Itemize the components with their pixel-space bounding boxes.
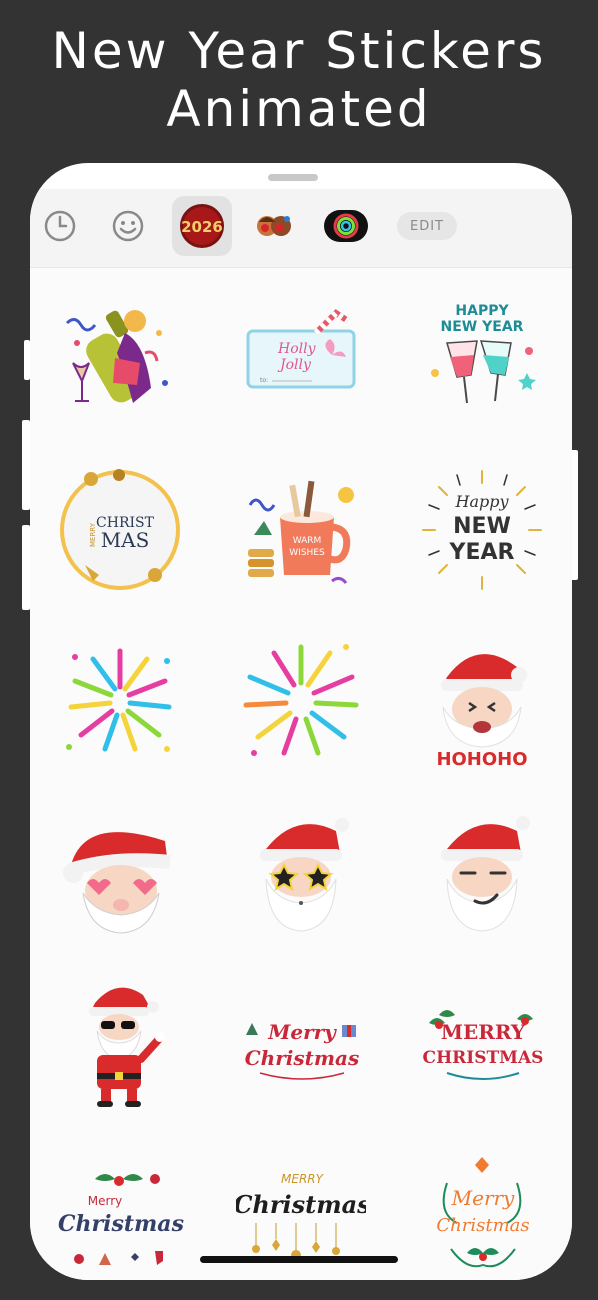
holly-text: Holly	[277, 341, 317, 357]
happy-text: HAPPY	[455, 303, 509, 319]
merry-gold-text: MERRY	[281, 1172, 325, 1186]
characters-tab[interactable]	[244, 196, 304, 256]
champagne-illustration	[65, 310, 168, 403]
sticker-merry-christmas-decor[interactable]: Merry Christmas	[45, 1143, 195, 1280]
year-2026-label: 2026	[181, 218, 223, 236]
sticker-happy-new-year-cocktails[interactable]: HAPPY NEW YEAR	[407, 283, 557, 433]
christmas-orange-text: Christmas	[436, 1215, 529, 1236]
sticker-merry-christmas-frame[interactable]: Merry Christmas	[407, 1143, 557, 1280]
year-2026-icon: 2026	[180, 204, 224, 248]
phone-side-button	[22, 525, 30, 610]
merry-orange-text: Merry	[451, 1186, 515, 1210]
mas-text: MAS	[101, 528, 150, 552]
new-year-text: NEW YEAR	[441, 319, 524, 335]
headline-line-1: New Year Stickers	[51, 22, 547, 80]
phone-frame: 2026 EDIT Holly Jolly to: HAPPY NEW YEAR…	[30, 163, 572, 1280]
characters-icon	[257, 216, 291, 236]
sticker-tab-bar: 2026 EDIT	[30, 189, 572, 268]
emoji-tab[interactable]	[98, 196, 158, 256]
merry-side-text: MERRY	[89, 522, 97, 547]
phone-side-button	[22, 420, 30, 510]
sticker-grid: Holly Jolly to: HAPPY NEW YEAR CHRIST MA…	[30, 268, 572, 1280]
sticker-fireworks-1[interactable]	[45, 627, 195, 777]
christmas-black-text: Christmas	[236, 1190, 366, 1219]
merry-decor-text: Merry	[88, 1194, 123, 1208]
sticker-santa-heart-eyes[interactable]	[45, 799, 195, 949]
sticker-happy-new-year-burst[interactable]: Happy NEW YEAR	[407, 455, 557, 605]
grabber-handle[interactable]	[268, 174, 318, 181]
christmas-caps-text: CHRISTMAS	[423, 1048, 544, 1068]
sticker-fireworks-2[interactable]	[226, 627, 376, 777]
recents-tab[interactable]	[30, 196, 90, 256]
year-2026-tab[interactable]: 2026	[172, 196, 232, 256]
sticker-cool-santa[interactable]	[45, 971, 195, 1121]
christmas-decor-text: Christmas	[58, 1211, 184, 1237]
jolly-text: Jolly	[277, 357, 312, 373]
rings-tab[interactable]	[316, 196, 376, 256]
home-indicator[interactable]	[200, 1256, 398, 1263]
headline-line-2: Animated	[166, 80, 432, 138]
merry-caps-text: MERRY	[441, 1020, 526, 1044]
sticker-santa-star-glasses[interactable]	[226, 799, 376, 949]
new-text: NEW	[453, 514, 511, 539]
sticker-merry-christmas-holly[interactable]: MERRY CHRISTMAS	[407, 971, 557, 1121]
sticker-christmas-wreath[interactable]: CHRIST MAS MERRY	[45, 455, 195, 605]
christmas-script-text: Christmas	[245, 1046, 359, 1070]
year-text: YEAR	[449, 540, 515, 565]
merry-script-text: Merry	[267, 1020, 337, 1044]
rings-icon	[324, 210, 368, 242]
clock-icon	[44, 210, 76, 242]
tag-to-label: to:	[260, 377, 268, 384]
smiley-icon	[112, 210, 144, 242]
sticker-santa-smirk[interactable]	[407, 799, 557, 949]
hohoho-caption: HOHOHO	[436, 749, 527, 767]
wishes-text: WISHES	[289, 548, 325, 558]
sticker-warm-wishes-mug[interactable]: WARM WISHES	[226, 455, 376, 605]
happy-script-text: Happy	[454, 492, 509, 511]
warm-text: WARM	[293, 536, 322, 546]
edit-button[interactable]: EDIT	[397, 212, 457, 240]
sticker-champagne-celebration[interactable]	[45, 283, 195, 433]
promo-headline: New Year Stickers Animated	[0, 22, 598, 138]
sticker-merry-christmas-script[interactable]: Merry Christmas	[226, 971, 376, 1121]
sticker-santa-hohoho[interactable]: HOHOHO	[407, 627, 557, 777]
sticker-holly-jolly-tag[interactable]: Holly Jolly to:	[226, 283, 376, 433]
